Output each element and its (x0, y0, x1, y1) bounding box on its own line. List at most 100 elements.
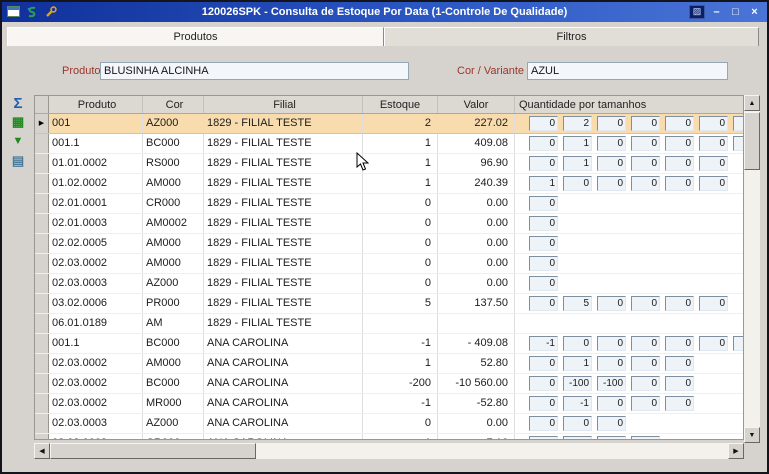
detail-grid-icon[interactable]: ▤ (5, 152, 31, 170)
row-indicator (35, 214, 49, 233)
cell-valor: - 409.08 (438, 334, 515, 353)
row-indicator (35, 274, 49, 293)
size-qty-box: 0 (529, 236, 558, 251)
size-qty-box: -100 (563, 376, 592, 391)
close-button[interactable]: × (747, 5, 762, 19)
maximize-button[interactable]: □ (728, 5, 743, 19)
cell-cor: AZ000 (143, 274, 204, 293)
cell-cor: CR000 (143, 194, 204, 213)
tab-produtos[interactable]: Produtos (7, 27, 384, 46)
titlebar: 120026SPK - Consulta de Estoque Por Data… (2, 2, 767, 22)
size-qty-box: 0 (529, 136, 558, 151)
cell-tamanhos: 0100000 (515, 134, 743, 153)
size-qty-box: 0 (631, 396, 660, 411)
cell-filial: ANA CAROLINA (204, 394, 363, 413)
table-row[interactable]: 001.1BC000ANA CAROLINA-1- 409.08-1000000 (35, 334, 743, 354)
scroll-right-icon[interactable]: ▶ (728, 443, 744, 459)
size-qty-box: 0 (699, 156, 728, 171)
size-qty-box: 0 (665, 156, 694, 171)
cell-filial: 1829 - FILIAL TESTE (204, 134, 363, 153)
header-filial[interactable]: Filial (204, 96, 363, 113)
size-qty-box: 0 (529, 196, 558, 211)
table-row[interactable]: 02.01.0003 AM0002 1829 - FILIAL TESTE 0 0.00… (35, 214, 743, 234)
size-qty-box: 0 (529, 356, 558, 371)
table-row[interactable]: 02.02.0005 AM000 1829 - FILIAL TESTE 0 0.00 0 (35, 234, 743, 254)
vertical-scrollbar-thumb[interactable] (744, 112, 760, 170)
size-qty-box: 1 (563, 136, 592, 151)
cell-cor: AZ000 (143, 414, 204, 433)
row-indicator (35, 174, 49, 193)
table-row[interactable]: 02.03.0002 AM000 1829 - FILIAL TESTE 0 0.00 0 (35, 254, 743, 274)
table-row[interactable]: 001.1 BC000 1829 - FILIAL TESTE 1 409.08 0 1 0 0… (35, 134, 743, 154)
size-qty-box: 0 (597, 136, 626, 151)
table-row[interactable]: ▶ 001 AZ000 1829 - FILIAL TESTE 2 227.02 0 2 0 0 0… (35, 114, 743, 134)
size-qty-box: 0 (597, 336, 626, 351)
horizontal-scrollbar-thumb[interactable] (50, 443, 256, 459)
size-qty-box: 0 (631, 296, 660, 311)
cell-tamanhos: 000 (515, 414, 743, 433)
scroll-up-icon[interactable]: ▲ (744, 95, 760, 111)
row-indicator (35, 194, 49, 213)
form-grid-icon[interactable] (6, 5, 20, 18)
size-qty-box: 0 (529, 216, 558, 231)
cell-produto: 02.03.0002 (49, 374, 143, 393)
cell-tamanhos: 01000 (515, 354, 743, 373)
export-grid-icon[interactable]: ▦ (5, 113, 31, 131)
table-row[interactable]: 02.03.0002 BC000 ANA CAROLINA -200 -10 560.0… (35, 374, 743, 394)
minimize-button[interactable]: – (709, 5, 724, 19)
table-row[interactable]: 02.03.0002 MR000 ANA CAROLINA -1 -52.80 0 -1 0 0… (35, 394, 743, 414)
cell-valor: 0.00 (438, 214, 515, 233)
scroll-down-icon[interactable]: ▼ (744, 427, 760, 443)
produto-input[interactable] (100, 62, 409, 80)
system-menu-icon[interactable]: ▨ (689, 5, 705, 19)
header-tamanhos[interactable]: Quantidade por tamanhos (515, 96, 743, 113)
cell-valor: 52.80 (438, 354, 515, 373)
size-qty-box: 0 (529, 296, 558, 311)
table-row[interactable]: 03.02.0006 PR000 1829 - FILIAL TESTE 5 137.5… (35, 294, 743, 314)
header-estoque[interactable]: Estoque (363, 96, 438, 113)
tab-filtros[interactable]: Filtros (384, 27, 759, 46)
cell-estoque: -1 (363, 394, 438, 413)
table-row[interactable]: 02.03.0002 AM000 ANA CAROLINA 1 52.80 0 1 0 0 0 (35, 354, 743, 374)
cell-tamanhos: 0 (515, 214, 743, 233)
header-valor[interactable]: Valor (438, 96, 515, 113)
table-row[interactable]: 01.01.0002 RS000 1829 - FILIAL TESTE 1 96.90… (35, 154, 743, 174)
header-cor[interactable]: Cor (143, 96, 204, 113)
scroll-left-icon[interactable]: ◀ (34, 443, 50, 459)
cell-produto: 001.1 (49, 134, 143, 153)
cell-filial: 1829 - FILIAL TESTE (204, 294, 363, 313)
size-qty-box: 0 (631, 156, 660, 171)
table-row[interactable]: 02.03.0008CR000ANA CAROLINA-1-7.16-1000 (35, 434, 743, 439)
size-qty-box: 0 (597, 416, 626, 431)
row-indicator (35, 134, 49, 153)
size-qty-box: 0 (631, 376, 660, 391)
cell-produto: 001 (49, 114, 143, 133)
size-qty-box: 0 (563, 176, 592, 191)
size-qty-box: 0 (665, 296, 694, 311)
header-produto[interactable]: Produto (49, 96, 143, 113)
size-qty-box: 0 (563, 416, 592, 431)
size-qty-box: 0 (529, 276, 558, 291)
cell-estoque (363, 314, 438, 333)
cell-valor (438, 314, 515, 333)
filter-funnel-icon[interactable]: ▼ (5, 132, 31, 150)
cor-variante-input[interactable] (527, 62, 728, 80)
size-qty-box: 0 (529, 256, 558, 271)
cell-cor: AM000 (143, 254, 204, 273)
cell-produto: 03.02.0006 (49, 294, 143, 313)
cell-produto: 02.03.0002 (49, 254, 143, 273)
wrench-icon[interactable] (44, 5, 58, 18)
table-row[interactable]: 01.02.0002 AM000 1829 - FILIAL TESTE 1 240.3… (35, 174, 743, 194)
table-row[interactable]: 06.01.0189 AM 1829 - FILIAL TESTE (35, 314, 743, 334)
cell-tamanhos: 0 (515, 254, 743, 273)
sum-icon[interactable]: Σ (5, 94, 31, 112)
size-qty-box: 0 (665, 336, 694, 351)
table-row[interactable]: 02.03.0003 AZ000 ANA CAROLINA 0 0.00 0 0 0 (35, 414, 743, 434)
cell-produto: 02.03.0002 (49, 354, 143, 373)
cell-cor: RS000 (143, 154, 204, 173)
cell-valor: 0.00 (438, 414, 515, 433)
app-window: 120026SPK - Consulta de Estoque Por Data… (0, 0, 769, 474)
size-qty-box: 0 (699, 296, 728, 311)
table-row[interactable]: 02.01.0001 CR000 1829 - FILIAL TESTE 0 0.00 0 (35, 194, 743, 214)
table-row[interactable]: 02.03.0003 AZ000 1829 - FILIAL TESTE 0 0.00 0 (35, 274, 743, 294)
